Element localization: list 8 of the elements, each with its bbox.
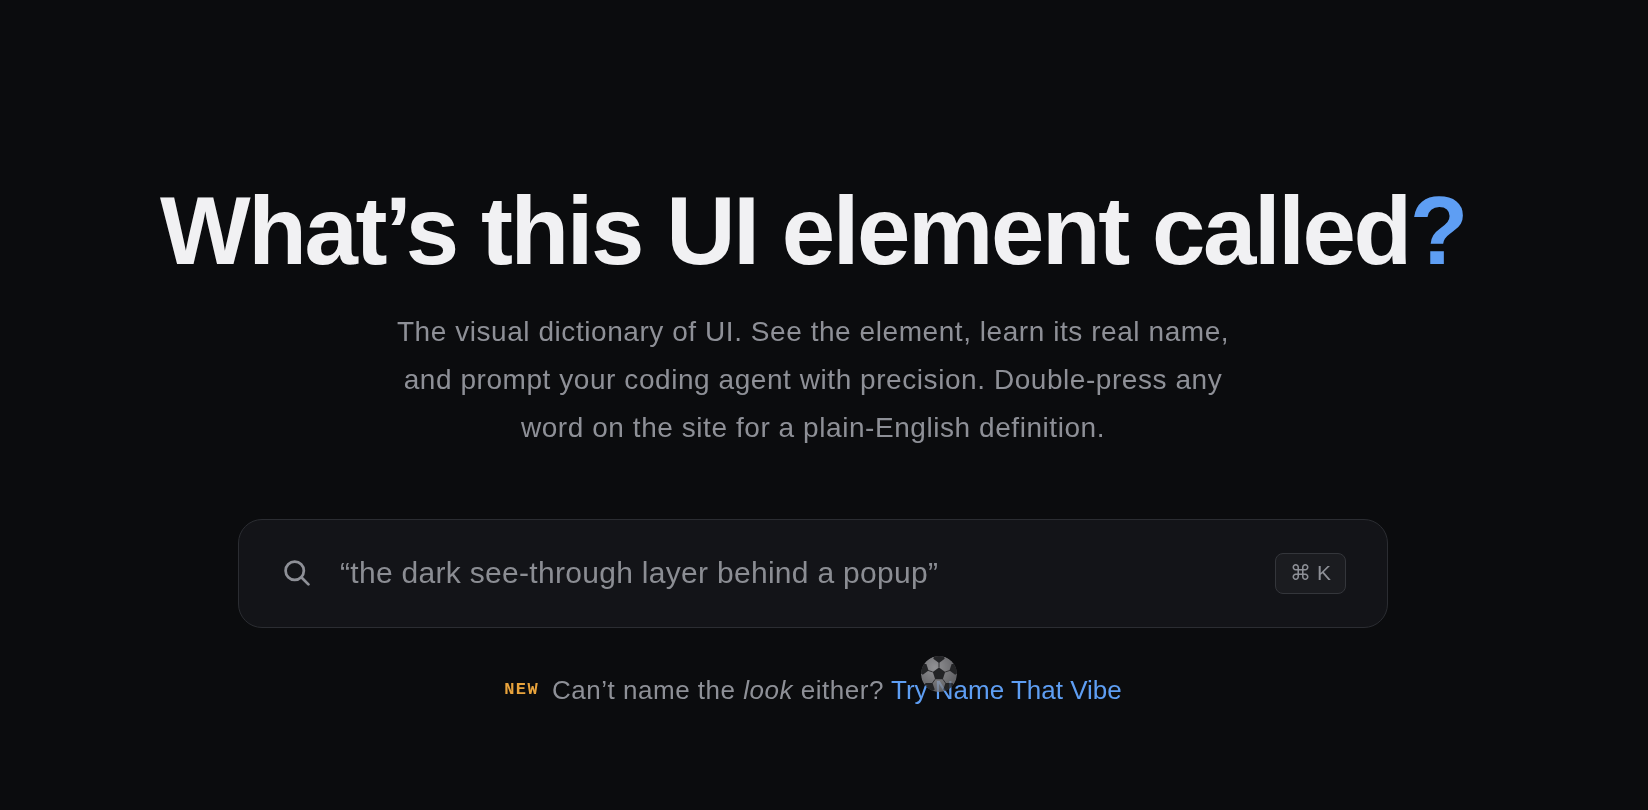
new-label: NEW	[504, 678, 539, 701]
search-icon	[284, 560, 310, 587]
page-title: What’s this UI element called?	[159, 178, 1467, 284]
keyboard-shortcut: ⌘ K	[1275, 552, 1346, 594]
promo-link[interactable]: Try Name That Vibe	[891, 674, 1122, 705]
page-description: The visual dictionary of UI. See the element, learn its real name, and prompt your coding agent with precision. Double-press any word on the site for a plain-English definition.	[395, 314, 1231, 445]
search-input[interactable]: “the dark see-through layer behind a popup”	[340, 556, 1246, 591]
promo-text: Can’t name the look either?	[551, 673, 884, 707]
